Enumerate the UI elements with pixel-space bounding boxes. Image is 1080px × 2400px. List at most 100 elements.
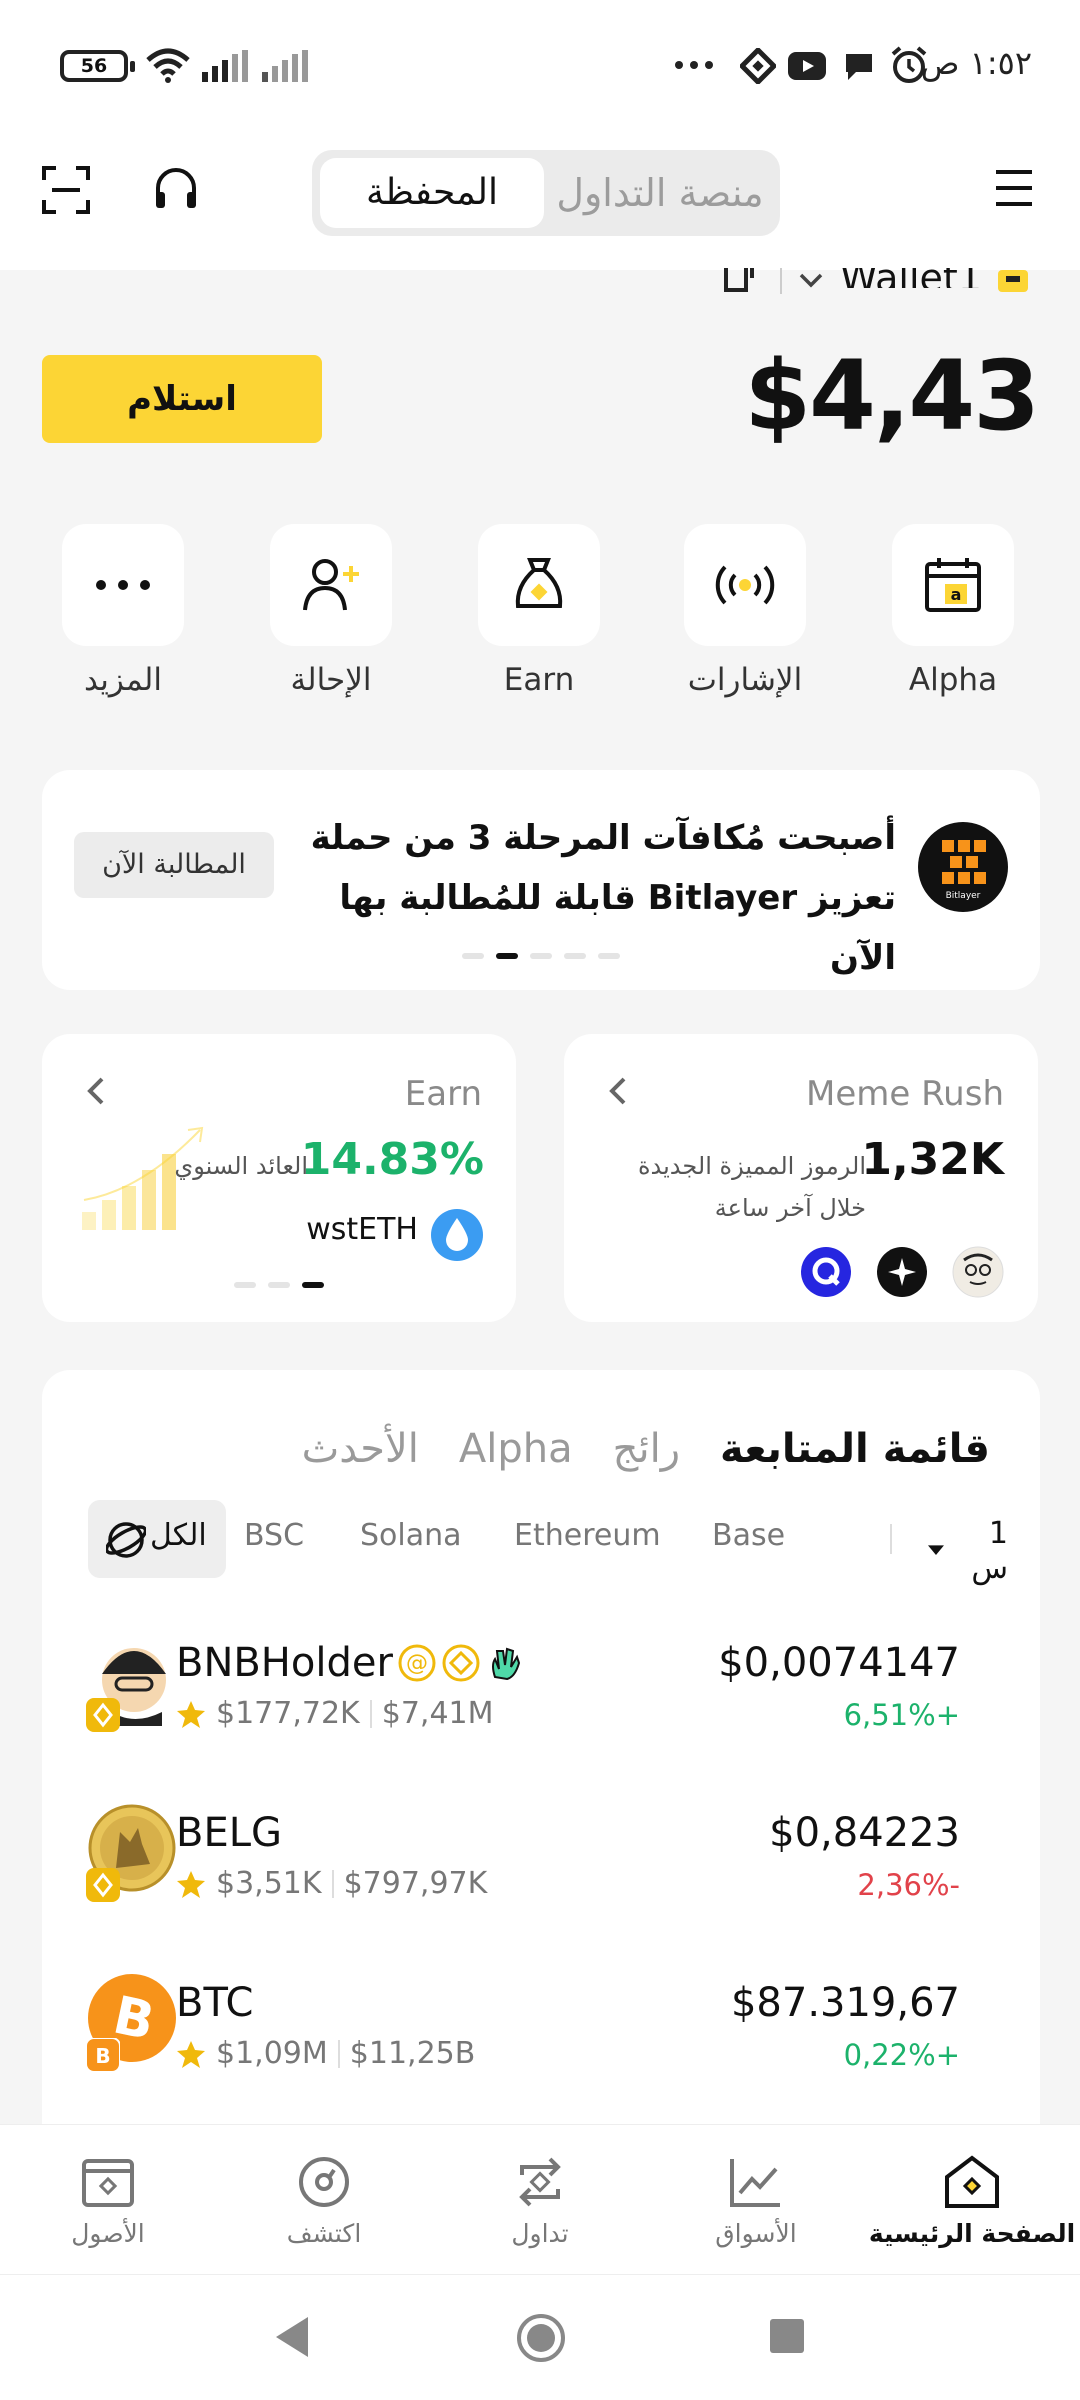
nav-discover[interactable]: اكتشف — [216, 2155, 432, 2248]
support-headset-icon[interactable] — [152, 166, 200, 214]
money-bag-icon — [515, 558, 563, 608]
coin-stats: $3,51K $797,97K — [176, 1866, 487, 1901]
table-row[interactable]: BNBHolder @ $177,72K $7,41M $0,0074147 6… — [42, 1622, 1040, 1792]
nav-home[interactable]: الصفحة الرئيسية — [864, 2155, 1080, 2248]
shortcut-label: المزيد — [84, 662, 162, 698]
star-icon[interactable] — [176, 2039, 206, 2069]
receive-button[interactable]: استلام — [42, 355, 322, 443]
card-title: Meme Rush — [805, 1074, 1004, 1114]
table-row[interactable]: B B BTC $1,09M $11,25B $87.319,67 0,22%+ — [42, 1962, 1040, 2132]
claim-now-button[interactable]: المطالبة الآن — [74, 832, 274, 898]
coin-price: $87.319,67 — [730, 1980, 960, 2026]
liquidity: $3,51K — [216, 1866, 322, 1901]
shortcut-more[interactable]: المزيد — [62, 524, 184, 698]
nav-trade[interactable]: تداول — [432, 2155, 648, 2248]
coin-symbol: BELG — [176, 1810, 282, 1856]
wallet-name: Wallet1 — [840, 268, 982, 288]
coin-symbol: BTC — [176, 1980, 254, 2026]
back-icon[interactable] — [272, 2315, 312, 2359]
chain-filter-ethereum[interactable]: Ethereum — [514, 1518, 661, 1553]
earn-token-name: wstETH — [306, 1212, 418, 1247]
price-change: 2,36%- — [857, 1868, 960, 1902]
coin-price: $0,84223 — [769, 1810, 960, 1856]
market-cap: $797,97K — [343, 1866, 488, 1901]
coin-name: BNBHolder @ — [176, 1640, 525, 1686]
interval-selector[interactable]: 1 س — [928, 1516, 1008, 1586]
carousel-dots — [234, 1282, 324, 1288]
nav-markets[interactable]: الأسواق — [648, 2155, 864, 2248]
home-icon — [945, 2155, 999, 2208]
youtube-icon — [788, 52, 826, 80]
coin-price: $0,0074147 — [718, 1640, 960, 1686]
globe-icon — [106, 1522, 146, 1558]
price-change: 0,22%+ — [843, 2038, 960, 2072]
nav-label: الصفحة الرئيسية — [868, 2219, 1076, 2248]
nav-label: اكتشف — [286, 2219, 362, 2248]
star-icon[interactable] — [176, 1699, 206, 1729]
recents-icon[interactable] — [768, 2317, 806, 2355]
markets-chart-icon — [730, 2159, 780, 2207]
chain-filter-row: الكل BSC Solana Ethereum Base 1 س — [88, 1500, 1008, 1586]
wifi-icon — [144, 46, 192, 84]
tab-newest[interactable]: الأحدث — [302, 1426, 419, 1472]
clock: ١:٥٢ ص — [920, 44, 1032, 82]
meme-label: الرموز المميزة الجديدة — [637, 1152, 866, 1180]
market-cap: $11,25B — [349, 2036, 476, 2071]
binance-badge-icon — [442, 1644, 480, 1682]
shortcut-label: Alpha — [908, 662, 998, 698]
shortcut-referral[interactable]: الإحالة — [270, 524, 392, 698]
shortcut-signals[interactable]: الإشارات — [684, 524, 806, 698]
shortcut-alpha[interactable]: a Alpha — [892, 524, 1014, 698]
bnb-chain-badge — [86, 1698, 120, 1732]
liquidity: $177,72K — [216, 1696, 360, 1731]
bottom-navigation: الصفحة الرئيسية الأسواق تداول اكتشف الأص… — [0, 2124, 1080, 2274]
nav-label: الأصول — [71, 2219, 145, 2248]
star-icon[interactable] — [176, 1869, 206, 1899]
coin-stats: $1,09M $11,25B — [176, 2036, 475, 2071]
svg-text:a: a — [951, 585, 962, 604]
menu-icon[interactable] — [994, 168, 1034, 208]
shortcut-label: الإحالة — [290, 662, 372, 698]
trade-swap-icon — [519, 2157, 561, 2207]
chevron-down-icon — [798, 272, 824, 290]
svg-text:@: @ — [406, 1651, 428, 1676]
table-row[interactable]: BELG $3,51K $797,97K $0,84223 2,36%- — [42, 1792, 1040, 1962]
chain-all-label: الكل — [150, 1518, 207, 1553]
at-badge-icon: @ — [398, 1644, 436, 1682]
meme-rush-card[interactable]: Meme Rush 1,32K الرموز المميزة الجديدة خ… — [564, 1034, 1038, 1322]
nav-assets[interactable]: الأصول — [0, 2155, 216, 2248]
home-circle-icon[interactable] — [516, 2313, 566, 2363]
earn-card[interactable]: Earn 14.83% العائد السنوي wstETH — [42, 1034, 516, 1322]
shortcut-earn[interactable]: Earn — [478, 524, 600, 698]
tab-watchlist[interactable]: قائمة المتابعة — [720, 1426, 990, 1472]
shortcut-label: الإشارات — [687, 662, 803, 698]
nav-label: الأسواق — [715, 2219, 797, 2248]
chevron-left-icon[interactable] — [86, 1076, 106, 1106]
tab-wallet[interactable]: المحفظة — [320, 158, 544, 228]
market-cap: $7,41M — [381, 1696, 494, 1731]
svg-text:B: B — [95, 2044, 110, 2068]
add-user-icon — [303, 559, 359, 611]
token-avatar-star-icon — [876, 1246, 928, 1298]
copy-icon[interactable] — [724, 268, 764, 294]
earn-apy: 14.83% — [300, 1134, 484, 1185]
tab-alpha[interactable]: Alpha — [459, 1426, 573, 1472]
chain-filter-solana[interactable]: Solana — [360, 1518, 462, 1553]
promo-banner[interactable]: Bitlayer أصبحت مُكافآت المرحلة 3 من حملة… — [42, 770, 1040, 990]
more-dots-icon — [96, 580, 150, 590]
meme-count: 1,32K — [861, 1134, 1004, 1185]
price-change: 6,51%+ — [843, 1698, 960, 1732]
chevron-left-icon[interactable] — [608, 1076, 628, 1106]
shortcut-label: Earn — [503, 662, 575, 698]
scan-icon[interactable] — [42, 166, 90, 214]
liquidity: $1,09M — [216, 2036, 328, 2071]
bnb-chain-badge — [86, 1868, 120, 1902]
tab-trending[interactable]: رائج — [613, 1426, 680, 1472]
divider — [780, 268, 782, 294]
binance-icon — [740, 48, 776, 84]
tab-exchange[interactable]: منصة التداول — [548, 158, 772, 228]
chain-filter-bsc[interactable]: BSC — [244, 1518, 304, 1553]
wallet-selector[interactable]: Wallet1 — [724, 268, 1028, 294]
chain-filter-all[interactable]: الكل — [88, 1500, 226, 1578]
chain-filter-base[interactable]: Base — [712, 1518, 785, 1553]
